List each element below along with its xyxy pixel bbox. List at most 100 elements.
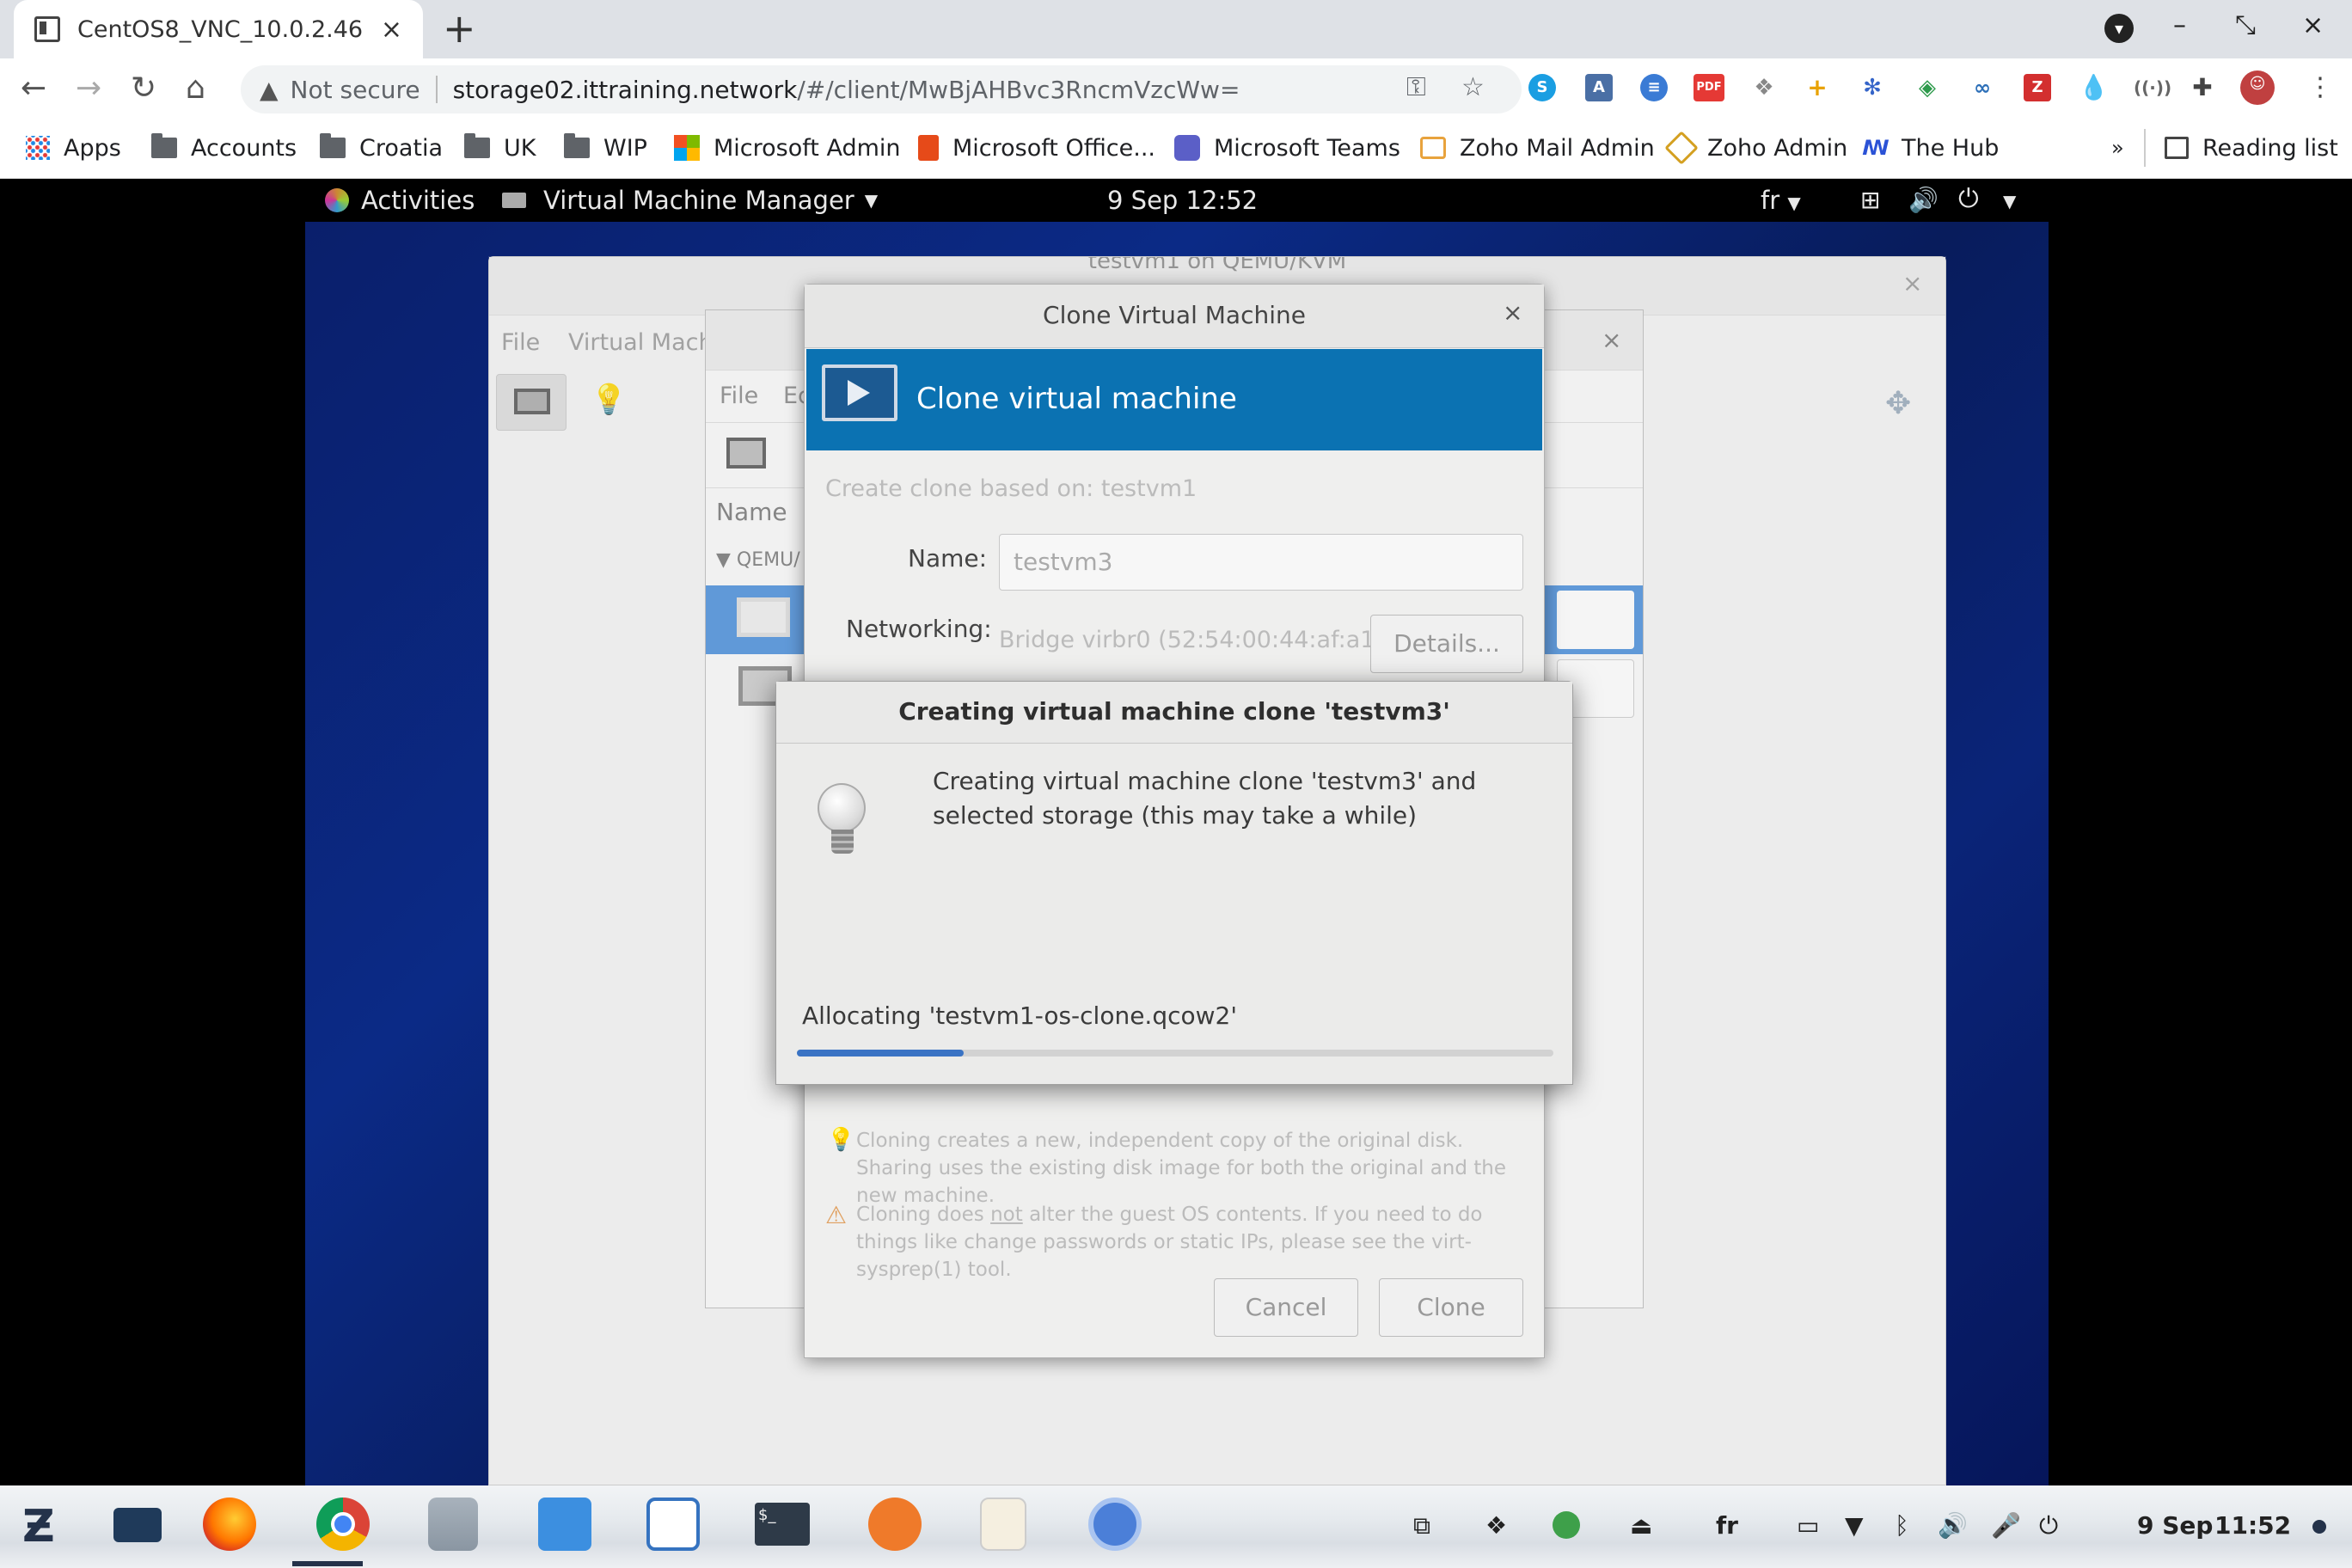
- chromium-icon[interactable]: [1088, 1498, 1142, 1551]
- warning-icon: ⚠: [825, 1201, 848, 1229]
- keyboard-layout-indicator[interactable]: fr ▼: [1761, 186, 1801, 215]
- shelf-time[interactable]: 11:52: [2214, 1511, 2291, 1540]
- remote-desktop-favicon-icon: [34, 16, 60, 42]
- zorin-launcher-icon[interactable]: Ƶ: [22, 1503, 55, 1551]
- close-window-button[interactable]: ×: [2302, 10, 2324, 40]
- tab-title: CentOS8_VNC_10.0.2.46: [77, 15, 364, 43]
- bluetooth-icon[interactable]: ᛒ: [1895, 1511, 1909, 1540]
- window-switcher-icon[interactable]: [113, 1508, 162, 1542]
- clone-dialog-close-icon[interactable]: ×: [1503, 298, 1522, 327]
- screen-mirror-icon[interactable]: ▭: [1797, 1511, 1819, 1540]
- bookmark-label: Zoho Admin: [1707, 134, 1848, 162]
- files-icon[interactable]: [428, 1498, 478, 1551]
- software-store-icon[interactable]: [538, 1498, 591, 1551]
- z-extension-icon[interactable]: Z: [2024, 74, 2051, 101]
- bookmark-microsoft-admin[interactable]: Microsoft Admin: [674, 129, 901, 167]
- forward-button[interactable]: →: [76, 67, 101, 110]
- gnome-clock[interactable]: 9 Sep 12:52: [1107, 186, 1258, 215]
- network-wired-icon[interactable]: ⊞: [1860, 186, 1880, 214]
- bookmark-microsoft-office[interactable]: Microsoft Office...: [918, 129, 1155, 167]
- key-icon[interactable]: ⚿: [1406, 72, 1426, 102]
- photo-app-icon[interactable]: [868, 1498, 922, 1551]
- link-extension-icon[interactable]: ∞: [1969, 74, 1996, 101]
- keyboard-layout-tray[interactable]: fr: [1716, 1511, 1738, 1540]
- progress-bar: [797, 1050, 1553, 1057]
- security-label[interactable]: Not secure: [291, 76, 420, 104]
- activities-button[interactable]: Activities: [325, 186, 475, 215]
- home-button[interactable]: ⌂: [186, 67, 205, 110]
- bookmark-the-hub[interactable]: ꟿ The Hub: [1862, 129, 1999, 167]
- volume-icon[interactable]: 🔊: [1908, 186, 1939, 214]
- volume-tray-icon[interactable]: 🔊: [1938, 1511, 1968, 1540]
- power-tray-icon[interactable]: ⏻: [2039, 1511, 2058, 1540]
- wifi-icon[interactable]: ▼: [1845, 1511, 1864, 1540]
- skype-extension-icon[interactable]: S: [1528, 74, 1556, 101]
- chrome-menu-icon[interactable]: ⋮: [2307, 72, 2333, 102]
- text-editor-icon[interactable]: [980, 1498, 1026, 1551]
- dropbox-extension-icon[interactable]: ❖: [1750, 74, 1778, 101]
- bookmark-star-icon[interactable]: ☆: [1461, 72, 1485, 102]
- cancel-button[interactable]: Cancel: [1214, 1278, 1358, 1337]
- chat-icon[interactable]: [646, 1498, 700, 1551]
- bookmark-label: WIP: [603, 134, 647, 162]
- bookmarks-overflow-button[interactable]: »: [2111, 129, 2124, 167]
- extensions-puzzle-icon[interactable]: ✚: [2189, 74, 2216, 101]
- address-bar[interactable]: ▲ Not secure storage02.ittraining.networ…: [241, 65, 1522, 113]
- display-icon[interactable]: ⧉: [1413, 1511, 1430, 1540]
- terminal-icon[interactable]: $_: [755, 1503, 810, 1546]
- app-menu[interactable]: Virtual Machine Manager ▼: [502, 186, 878, 215]
- name-field[interactable]: testvm3: [999, 534, 1523, 591]
- bookmark-uk[interactable]: UK: [464, 129, 536, 167]
- pdf-extension-icon[interactable]: PDF: [1694, 74, 1724, 101]
- clone-button[interactable]: Clone: [1379, 1278, 1523, 1337]
- new-tab-button[interactable]: +: [443, 7, 476, 50]
- diamond-extension-icon[interactable]: ◈: [1914, 74, 1941, 101]
- bookmark-zoho-admin[interactable]: Zoho Admin: [1664, 129, 1848, 167]
- minimize-button[interactable]: –: [2173, 10, 2186, 40]
- broadcast-extension-icon[interactable]: ((·)): [2134, 74, 2171, 101]
- dropbox-tray-icon[interactable]: ❖: [1485, 1511, 1507, 1540]
- details-button[interactable]: Details...: [1370, 615, 1523, 673]
- eject-icon[interactable]: ⏏: [1630, 1511, 1652, 1540]
- bookmark-zoho-mail-admin[interactable]: Zoho Mail Admin: [1420, 129, 1655, 167]
- screenshot-extension-icon[interactable]: A: [1585, 74, 1613, 101]
- profile-avatar-icon[interactable]: ☺: [2240, 70, 2275, 105]
- drop-extension-icon[interactable]: 💧: [2079, 74, 2109, 101]
- teams-logo-icon: [1174, 135, 1200, 161]
- reload-button[interactable]: ↻: [131, 67, 156, 110]
- plus-extension-icon[interactable]: +: [1804, 74, 1831, 101]
- url-text[interactable]: storage02.ittraining.network/#/client/Mw…: [453, 76, 1240, 104]
- reading-list-button[interactable]: Reading list: [2165, 129, 2338, 167]
- vm-screen-icon: [822, 364, 897, 421]
- system-menu-chevron-icon[interactable]: ▼: [2003, 191, 2016, 211]
- sync-ok-icon[interactable]: [1553, 1511, 1580, 1539]
- bookmark-wip[interactable]: WIP: [564, 129, 647, 167]
- restore-button[interactable]: ⤡: [2235, 10, 2256, 40]
- power-icon[interactable]: ⏻: [1958, 184, 1979, 214]
- notification-dot-icon[interactable]: [2312, 1520, 2326, 1534]
- profile-menu-icon[interactable]: ▾: [2104, 14, 2134, 43]
- clone-dialog-header-banner: Clone virtual machine: [806, 349, 1542, 450]
- clone-dialog-titlebar: Clone Virtual Machine: [805, 285, 1544, 348]
- clone-warning-text: Cloning does not alter the guest OS cont…: [856, 1201, 1527, 1283]
- firefox-icon[interactable]: [203, 1498, 256, 1551]
- list-extension-icon[interactable]: ≡: [1640, 74, 1668, 101]
- keyboard-layout-label: fr: [1761, 186, 1780, 215]
- bookmark-apps[interactable]: Apps: [26, 129, 121, 167]
- bookmark-croatia[interactable]: Croatia: [320, 129, 443, 167]
- warning-triangle-icon[interactable]: ▲: [260, 76, 279, 104]
- bookmarks-divider: [2144, 129, 2146, 167]
- network-extension-icon[interactable]: ✻: [1859, 74, 1886, 101]
- tab-close-icon[interactable]: ×: [381, 15, 402, 45]
- microphone-icon[interactable]: 🎤: [1991, 1511, 2021, 1540]
- bookmark-accounts[interactable]: Accounts: [151, 129, 297, 167]
- shelf-date[interactable]: 9 Sep: [2137, 1511, 2213, 1540]
- back-button[interactable]: ←: [21, 67, 46, 110]
- clone-dialog-title: Clone Virtual Machine: [1043, 301, 1306, 329]
- warning-text-emphasis: not: [990, 1204, 1023, 1226]
- networking-label: Networking:: [846, 615, 992, 643]
- chrome-icon[interactable]: [316, 1498, 370, 1551]
- browser-tab[interactable]: CentOS8_VNC_10.0.2.46 ×: [14, 0, 423, 58]
- bookmark-microsoft-teams[interactable]: Microsoft Teams: [1174, 129, 1400, 167]
- progress-dialog-titlebar: Creating virtual machine clone 'testvm3': [776, 682, 1572, 744]
